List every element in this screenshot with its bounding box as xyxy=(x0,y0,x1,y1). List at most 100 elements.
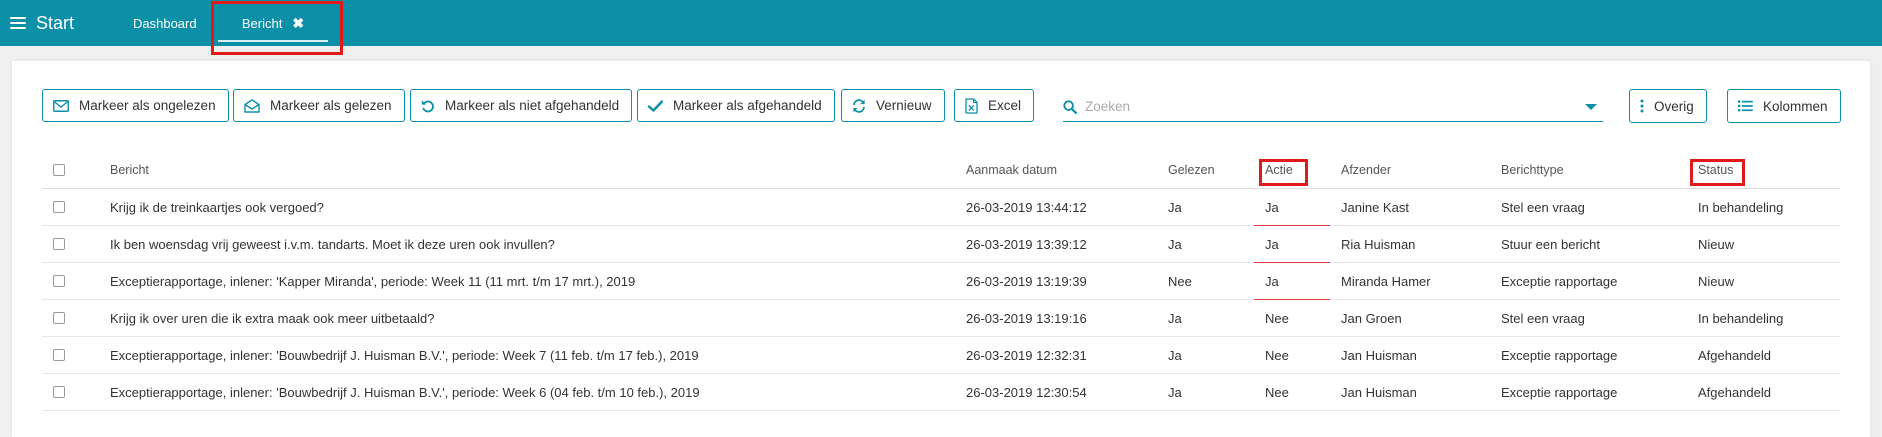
cell-actie: Nee xyxy=(1265,347,1289,363)
row-checkbox-cell xyxy=(53,263,65,299)
cell-afzender: Jan Huisman xyxy=(1341,347,1417,363)
cell-berichttype: Stel een vraag xyxy=(1501,310,1585,326)
cell-status: In behandeling xyxy=(1698,199,1784,215)
mark-unread-button[interactable]: Markeer als ongelezen xyxy=(42,89,229,122)
cell-gelezen: Nee xyxy=(1168,273,1192,289)
close-tab-icon[interactable]: ✖ xyxy=(292,16,304,30)
excel-export-label: Excel xyxy=(988,98,1022,113)
cell-aanmaak-datum: 26-03-2019 12:30:54 xyxy=(966,384,1087,400)
cell-status: Nieuw xyxy=(1698,273,1735,289)
cell-bericht[interactable]: Exceptierapportage, inlener: 'Bouwbedrij… xyxy=(110,337,699,373)
search-icon xyxy=(1063,99,1077,114)
envelope-open-icon xyxy=(244,98,260,113)
column-header-gelezen[interactable]: Gelezen xyxy=(1168,152,1215,188)
kolommen-button[interactable]: Kolommen xyxy=(1727,89,1841,123)
cell-aanmaak-datum: 26-03-2019 13:19:39 xyxy=(966,273,1087,289)
table-row[interactable]: Krijg ik over uren die ik extra maak ook… xyxy=(42,300,1840,337)
cell-actie: Ja xyxy=(1265,236,1279,252)
overig-label: Overig xyxy=(1654,98,1694,114)
mark-not-done-button[interactable]: Markeer als niet afgehandeld xyxy=(410,89,633,122)
table-header-row: Bericht Aanmaak datum Gelezen Actie Afze… xyxy=(42,152,1840,189)
column-header-afzender[interactable]: Afzender xyxy=(1341,152,1391,188)
row-checkbox[interactable] xyxy=(53,312,65,324)
table-row[interactable]: Exceptierapportage, inlener: 'Kapper Mir… xyxy=(42,263,1840,300)
table-row[interactable]: Krijg ik de treinkaartjes ook vergoed? 2… xyxy=(42,189,1840,226)
cell-gelezen: Ja xyxy=(1168,310,1182,326)
cell-gelezen: Ja xyxy=(1168,199,1182,215)
cell-gelezen: Ja xyxy=(1168,384,1182,400)
cell-aanmaak-datum: 26-03-2019 13:39:12 xyxy=(966,236,1087,252)
cell-berichttype: Exceptie rapportage xyxy=(1501,273,1618,289)
cell-gelezen: Ja xyxy=(1168,236,1182,252)
row-checkbox-cell xyxy=(53,374,65,410)
row-checkbox[interactable] xyxy=(53,349,65,361)
column-header-aanmaak-datum[interactable]: Aanmaak datum xyxy=(966,152,1057,188)
envelope-icon xyxy=(53,99,69,112)
column-header-berichttype[interactable]: Berichttype xyxy=(1501,152,1564,188)
cell-status: Nieuw xyxy=(1698,236,1735,252)
cell-actie: Ja xyxy=(1265,273,1279,289)
search-dropdown-caret-icon[interactable] xyxy=(1585,103,1597,110)
cell-aanmaak-datum: 26-03-2019 13:44:12 xyxy=(966,199,1087,215)
cell-bericht[interactable]: Exceptierapportage, inlener: 'Kapper Mir… xyxy=(110,263,635,299)
cell-status: Afgehandeld xyxy=(1698,384,1772,400)
cell-bericht[interactable]: Ik ben woensdag vrij geweest i.v.m. tand… xyxy=(110,226,555,262)
refresh-label: Vernieuw xyxy=(876,98,932,113)
row-checkbox[interactable] xyxy=(53,275,65,287)
cell-afzender: Miranda Hamer xyxy=(1341,273,1431,289)
refresh-icon xyxy=(853,98,865,113)
cell-gelezen: Ja xyxy=(1168,347,1182,363)
column-header-bericht[interactable]: Bericht xyxy=(110,152,149,188)
mark-done-button[interactable]: Markeer als afgehandeld xyxy=(637,89,835,122)
mark-done-label: Markeer als afgehandeld xyxy=(673,98,822,113)
row-checkbox-cell xyxy=(53,226,65,262)
cell-status: Afgehandeld xyxy=(1698,347,1772,363)
search-input[interactable] xyxy=(1085,94,1585,119)
active-tab-indicator xyxy=(218,40,328,42)
cell-bericht[interactable]: Krijg ik over uren die ik extra maak ook… xyxy=(110,300,434,336)
kolommen-label: Kolommen xyxy=(1763,98,1828,114)
column-header-status[interactable]: Status xyxy=(1698,152,1733,188)
table-row[interactable]: Exceptierapportage, inlener: 'Bouwbedrij… xyxy=(42,374,1840,411)
cell-bericht[interactable]: Krijg ik de treinkaartjes ook vergoed? xyxy=(110,189,324,225)
cell-actie: Nee xyxy=(1265,310,1289,326)
excel-export-button[interactable]: Excel xyxy=(954,89,1035,122)
cell-afzender: Janine Kast xyxy=(1341,199,1409,215)
mark-read-button[interactable]: Markeer als gelezen xyxy=(233,89,405,122)
start-menu-button[interactable]: Start xyxy=(10,12,74,34)
row-checkbox[interactable] xyxy=(53,201,65,213)
tab-bericht[interactable]: Bericht ✖ xyxy=(218,0,328,46)
cell-aanmaak-datum: 26-03-2019 12:32:31 xyxy=(966,347,1087,363)
table-row[interactable]: Ik ben woensdag vrij geweest i.v.m. tand… xyxy=(42,226,1840,263)
cell-berichttype: Exceptie rapportage xyxy=(1501,384,1618,400)
mark-read-label: Markeer als gelezen xyxy=(270,98,392,113)
row-checkbox-cell xyxy=(53,337,65,373)
top-bar: Start Dashboard Bericht ✖ xyxy=(0,0,1882,46)
row-checkbox[interactable] xyxy=(53,386,65,398)
excel-file-icon xyxy=(965,97,978,114)
cell-berichttype: Exceptie rapportage xyxy=(1501,347,1618,363)
overig-button[interactable]: Overig xyxy=(1629,89,1707,123)
cell-berichttype: Stuur een bericht xyxy=(1501,236,1601,252)
column-header-actie[interactable]: Actie xyxy=(1265,152,1293,188)
undo-icon xyxy=(421,99,434,112)
check-icon xyxy=(648,99,663,112)
mark-unread-label: Markeer als ongelezen xyxy=(79,98,216,113)
refresh-button[interactable]: Vernieuw xyxy=(841,89,945,122)
cell-aanmaak-datum: 26-03-2019 13:19:16 xyxy=(966,310,1087,326)
row-checkbox[interactable] xyxy=(53,238,65,250)
cell-actie: Ja xyxy=(1265,199,1279,215)
select-all-cell xyxy=(53,152,65,188)
search-field xyxy=(1063,92,1603,122)
tab-dashboard[interactable]: Dashboard xyxy=(133,0,197,46)
list-icon xyxy=(1738,100,1753,112)
start-label: Start xyxy=(36,12,75,33)
select-all-checkbox[interactable] xyxy=(53,164,65,176)
cell-afzender: Jan Huisman xyxy=(1341,384,1417,400)
cell-bericht[interactable]: Exceptierapportage, inlener: 'Bouwbedrij… xyxy=(110,374,700,410)
cell-status: In behandeling xyxy=(1698,310,1784,326)
messages-table: Bericht Aanmaak datum Gelezen Actie Afze… xyxy=(42,152,1840,411)
table-row[interactable]: Exceptierapportage, inlener: 'Bouwbedrij… xyxy=(42,337,1840,374)
vertical-dots-icon xyxy=(1640,99,1644,113)
row-checkbox-cell xyxy=(53,300,65,336)
